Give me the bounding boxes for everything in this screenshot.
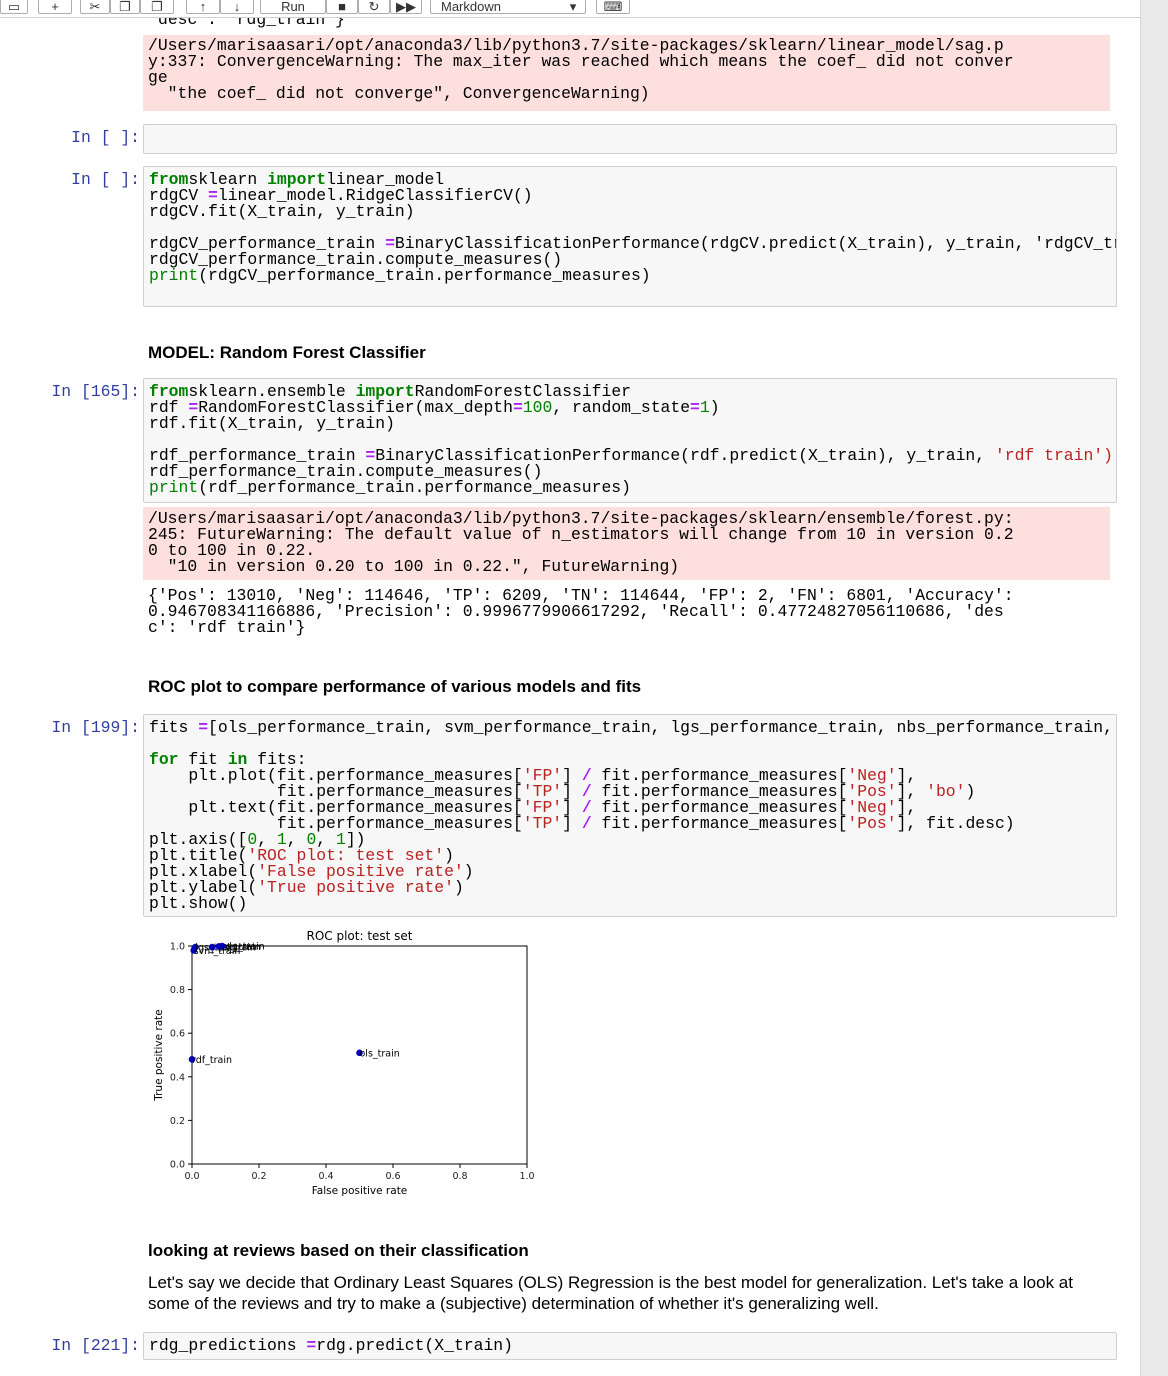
paste-button[interactable]: ❐	[140, 0, 174, 14]
empty-code-cell[interactable]	[143, 124, 1117, 154]
restart-run-all-button[interactable]: ▶▶	[390, 0, 422, 14]
y-axis-label: True positive rate	[153, 1009, 165, 1102]
cell-prompt: In [221]:	[51, 1336, 140, 1355]
right-panel-shade	[1140, 0, 1168, 1376]
run-button[interactable]: Run	[260, 0, 326, 14]
run-label: Run	[281, 0, 305, 14]
cut-button[interactable]: ✂	[80, 0, 110, 14]
x-axis-label: False positive rate	[312, 1185, 408, 1197]
code-editor[interactable]: fromsklearn.ensemble importRandomForestC…	[149, 383, 1113, 496]
cell-prompt: In [ ]:	[71, 128, 140, 147]
code-editor[interactable]: rdg_predictions =rdg.predict(X_train)	[149, 1337, 513, 1354]
rf-heading: MODEL: Random Forest Classifier	[148, 343, 426, 362]
move-up-button[interactable]: ↑	[186, 0, 220, 14]
data-point-label: rdf_train	[192, 1055, 232, 1066]
ridgecv-code-cell[interactable]: fromsklearn importlinear_model rdgCV =li…	[143, 166, 1117, 307]
data-point-label: rdg_train	[222, 942, 265, 953]
y-tick-label: 0.6	[170, 1029, 185, 1040]
stop-icon: ■	[338, 0, 346, 14]
x-tick-label: 0.8	[452, 1171, 467, 1182]
rf-code-cell[interactable]: fromsklearn.ensemble importRandomForestC…	[143, 378, 1117, 503]
notebook-area: ▭ + ✂ ❐ ❐ ↑ ↓ Run ■ ↻ ▶▶ Markdown ▾ ⌨ des…	[0, 0, 1140, 1376]
insert-cell-button[interactable]: +	[38, 0, 72, 14]
x-tick-label: 0.0	[184, 1171, 199, 1182]
arrow-down-icon: ↓	[233, 0, 241, 14]
keyboard-icon: ⌨	[603, 0, 623, 14]
scissors-icon: ✂	[89, 0, 101, 14]
y-tick-label: 0.2	[170, 1116, 185, 1127]
chart-title: ROC plot: test set	[306, 929, 412, 943]
save-button[interactable]: ▭	[0, 0, 28, 14]
fast-forward-icon: ▶▶	[396, 0, 416, 14]
x-tick-label: 1.0	[519, 1171, 534, 1182]
cell-prompt: In [165]:	[51, 382, 140, 401]
restart-icon: ↻	[368, 0, 380, 14]
reviews-heading: looking at reviews based on their classi…	[148, 1241, 529, 1260]
copy-button[interactable]: ❐	[110, 0, 140, 14]
cell-type-value: Markdown	[441, 0, 501, 14]
paste-icon: ❐	[151, 0, 163, 14]
y-tick-label: 0.4	[170, 1072, 185, 1083]
roc-code-cell[interactable]: fits =[ols_performance_train, svm_perfor…	[143, 714, 1117, 917]
y-tick-label: 0.0	[170, 1160, 185, 1171]
copy-icon: ❐	[119, 0, 131, 14]
cell-prompt: In [199]:	[51, 718, 140, 737]
command-palette-button[interactable]: ⌨	[596, 0, 630, 14]
roc-plot: ROC plot: test set 0.0 0.2 0.4 0.6 0.8 1.0 0.0 0…	[153, 929, 535, 1197]
cell-prompt: In [ ]:	[71, 170, 140, 189]
roc-heading: ROC plot to compare performance of vario…	[148, 677, 642, 696]
toolbar: ▭ + ✂ ❐ ❐ ↑ ↓ Run ■ ↻ ▶▶ Markdown ▾ ⌨	[0, 0, 1140, 18]
move-down-button[interactable]: ↓	[220, 0, 254, 14]
code-editor[interactable]: fits =[ols_performance_train, svm_perfor…	[149, 719, 1116, 912]
data-point-label: ols_train	[360, 1048, 400, 1059]
code-editor[interactable]: fromsklearn importlinear_model rdgCV =li…	[149, 171, 1116, 284]
warning-text: /Users/marisaasari/opt/anaconda3/lib/pyt…	[148, 36, 1014, 103]
rf-output: {'Pos': 13010, 'Neg': 114646, 'TP': 6209…	[148, 586, 1014, 637]
stderr-output: /Users/marisaasari/opt/anaconda3/lib/pyt…	[143, 35, 1110, 111]
prediction-code-cell[interactable]: rdg_predictions =rdg.predict(X_train)	[143, 1332, 1117, 1360]
restart-button[interactable]: ↻	[358, 0, 390, 14]
x-tick-label: 0.4	[318, 1171, 333, 1182]
chevron-down-icon: ▾	[569, 0, 577, 14]
arrow-up-icon: ↑	[199, 0, 207, 14]
y-tick-label: 0.8	[170, 985, 185, 996]
y-tick-label: 1.0	[170, 942, 185, 953]
warning-text: /Users/marisaasari/opt/anaconda3/lib/pyt…	[148, 509, 1014, 576]
x-tick-label: 0.6	[385, 1171, 400, 1182]
reviews-text: Let's say we decide that Ordinary Least …	[148, 1273, 1073, 1313]
x-tick-label: 0.2	[251, 1171, 266, 1182]
cell-type-select[interactable]: Markdown ▾	[430, 0, 586, 14]
save-icon: ▭	[7, 0, 21, 14]
stderr-output: /Users/marisaasari/opt/anaconda3/lib/pyt…	[143, 507, 1110, 580]
interrupt-button[interactable]: ■	[326, 0, 358, 14]
plus-icon: +	[51, 0, 59, 14]
